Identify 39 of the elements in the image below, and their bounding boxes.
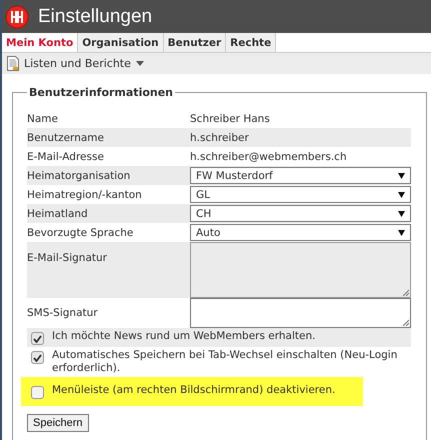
field-label: E-Mail-Adresse [27,150,105,162]
lists-menu-button[interactable]: Listen und Berichte [5,56,146,71]
checkbox[interactable] [31,386,44,399]
dropdown-arrow-icon [398,230,405,236]
field-label: Name [27,112,59,124]
resize-grip-icon [402,319,409,326]
field-label: E-Mail-Signatur [27,251,108,264]
caret-icon [136,61,144,66]
field-value: h.schreiber@webmembers.ch [190,150,348,162]
checkbox-label: Menüleiste (am rechten Bildschirmrand) deaktivieren. [52,384,336,397]
field-label: Bevorzugte Sprache [27,226,134,238]
document-icon [7,56,19,71]
field-label: SMS-Signatur [27,307,99,319]
field-value: h.schreiber [190,132,250,144]
dropdown-arrow-icon [398,210,405,216]
logo-icon [5,4,29,28]
text-area[interactable] [190,298,411,328]
dropdown-arrow-icon [398,192,405,198]
field-value: Schreiber Hans [190,112,271,124]
section-legend: Benutzerinformationen [27,86,176,99]
field-label: Heimatland [27,208,89,220]
window-title: Einstellungen [38,6,152,28]
resize-grip-icon [402,289,409,296]
checkbox[interactable] [31,351,44,364]
field-label: Heimatregion/-kanton [27,188,143,200]
tab[interactable]: Benutzer [164,33,226,52]
dropdown[interactable]: GL [190,186,411,203]
checkbox-label: Ich möchte News rund um WebMembers erhalten. [52,330,316,343]
field-label: Benutzername [27,132,105,144]
checkbox-label: Automatisches Speichern bei Tab-Wechsel einschalten (Neu-Login erforderlich). [52,349,398,375]
dropdown[interactable]: FW Musterdorf [190,167,411,184]
dropdown-arrow-icon [398,172,405,178]
dropdown[interactable]: CH [190,205,411,222]
dropdown[interactable]: Auto [190,224,411,241]
tab[interactable]: Organisation [78,33,164,52]
field-label: Heimatorganisation [27,170,132,182]
checkbox[interactable] [31,332,44,345]
tab[interactable]: Rechte [226,33,276,52]
save-button[interactable]: Speichern [27,414,89,432]
